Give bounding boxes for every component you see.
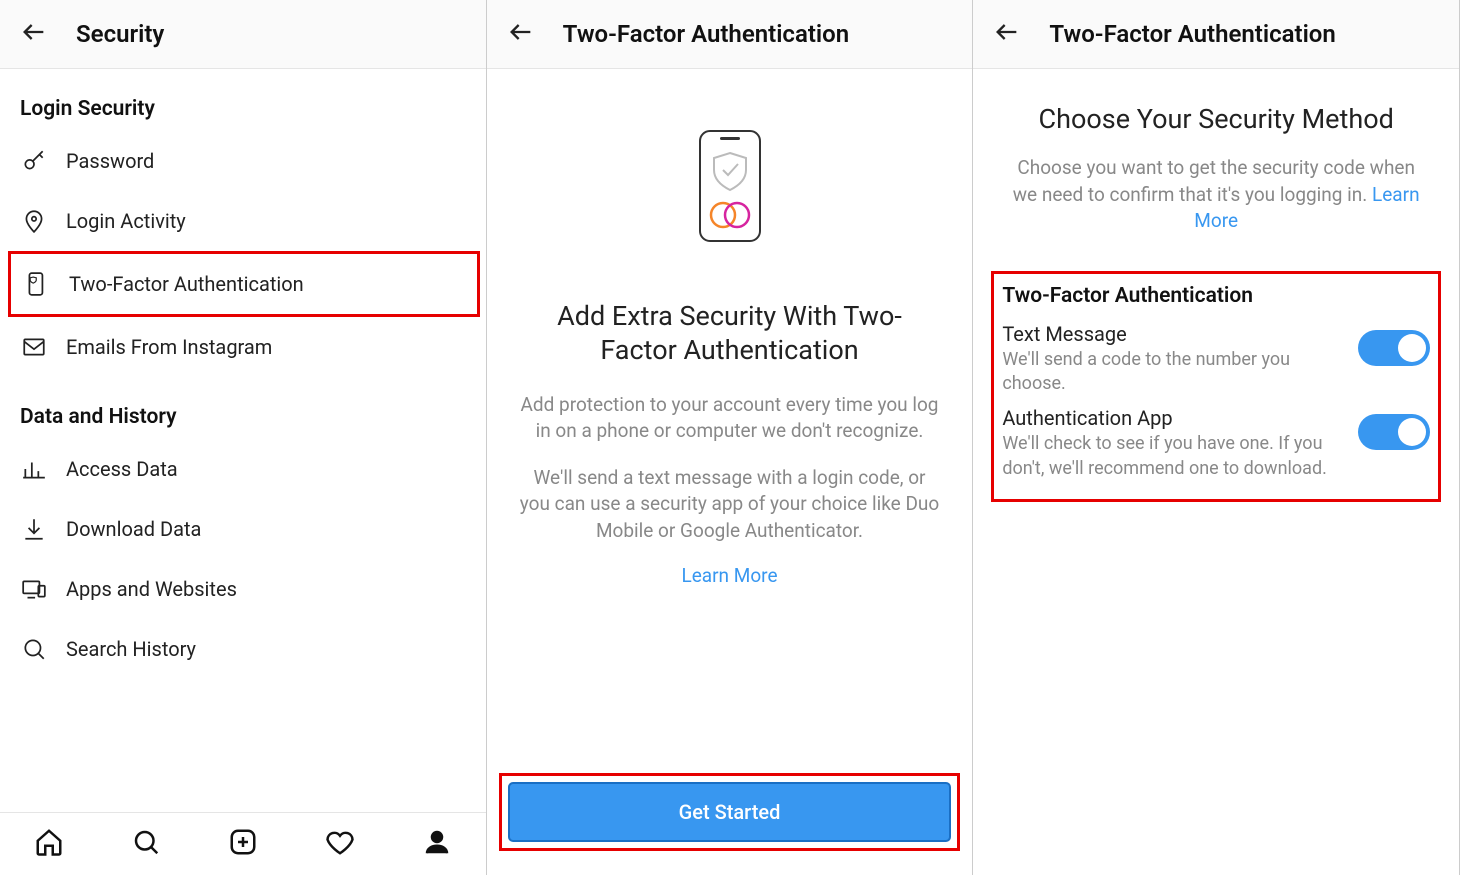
- list-item-label: Emails From Instagram: [66, 335, 272, 359]
- list-item-password[interactable]: Password: [0, 131, 486, 191]
- method-name: Authentication App: [1002, 406, 1348, 430]
- intro-description-2: We'll send a text message with a login c…: [520, 465, 940, 545]
- list-item-emails[interactable]: Emails From Instagram: [0, 317, 486, 377]
- screen-choose-method: Two-Factor Authentication Choose Your Se…: [973, 0, 1460, 875]
- method-description: We'll send a code to the number you choo…: [1002, 348, 1348, 397]
- intro-title: Add Extra Security With Two-Factor Authe…: [540, 300, 920, 368]
- toggle-text-message[interactable]: [1358, 330, 1430, 366]
- header: Two-Factor Authentication: [487, 0, 973, 69]
- intro-description-1: Add protection to your account every tim…: [520, 392, 940, 445]
- header: Two-Factor Authentication: [973, 0, 1459, 69]
- method-text-message: Text Message We'll send a code to the nu…: [1002, 322, 1430, 397]
- phone-shield-illustration: [696, 129, 764, 244]
- list-item-label: Password: [66, 149, 154, 173]
- choose-method-title: Choose Your Security Method: [991, 103, 1441, 135]
- page-title: Two-Factor Authentication: [563, 20, 849, 48]
- list-item-apps-websites[interactable]: Apps and Websites: [0, 559, 486, 619]
- choose-method-description: Choose you want to get the security code…: [1003, 155, 1429, 235]
- method-text-wrap: Text Message We'll send a code to the nu…: [1002, 322, 1348, 397]
- method-description: We'll check to see if you have one. If y…: [1002, 432, 1348, 481]
- section-login-security-heading: Login Security: [0, 69, 486, 131]
- list-item-access-data[interactable]: Access Data: [0, 439, 486, 499]
- list-item-label: Search History: [66, 637, 196, 661]
- screen-security-settings: Security Login Security Password Login A…: [0, 0, 487, 875]
- get-started-button[interactable]: Get Started: [508, 782, 952, 842]
- search-icon[interactable]: [131, 827, 161, 861]
- section-data-history-heading: Data and History: [0, 377, 486, 439]
- screen-two-factor-intro: Two-Factor Authentication Add Extra Secu…: [487, 0, 974, 875]
- back-arrow-icon[interactable]: [993, 18, 1021, 50]
- list-item-login-activity[interactable]: Login Activity: [0, 191, 486, 251]
- key-icon: [20, 147, 48, 175]
- list-item-two-factor[interactable]: Two-Factor Authentication: [8, 251, 480, 317]
- list-item-search-history[interactable]: Search History: [0, 619, 486, 679]
- envelope-icon: [20, 333, 48, 361]
- home-icon[interactable]: [34, 827, 64, 861]
- devices-icon: [20, 575, 48, 603]
- list-item-download-data[interactable]: Download Data: [0, 499, 486, 559]
- header: Security: [0, 0, 486, 69]
- magnifier-icon: [20, 635, 48, 663]
- tfa-box-title: Two-Factor Authentication: [1002, 284, 1430, 308]
- learn-more-link[interactable]: Learn More: [681, 564, 777, 587]
- tfa-methods-box: Two-Factor Authentication Text Message W…: [991, 271, 1441, 502]
- profile-icon[interactable]: [422, 827, 452, 861]
- download-icon: [20, 515, 48, 543]
- back-arrow-icon[interactable]: [20, 18, 48, 50]
- list-item-label: Apps and Websites: [66, 577, 237, 601]
- back-arrow-icon[interactable]: [507, 18, 535, 50]
- cta-highlight: Get Started: [499, 773, 961, 851]
- page-title: Security: [76, 20, 164, 48]
- settings-list: Login Security Password Login Activity T…: [0, 69, 486, 812]
- heart-icon[interactable]: [325, 827, 355, 861]
- method-auth-app: Authentication App We'll check to see if…: [1002, 406, 1430, 481]
- list-item-label: Download Data: [66, 517, 201, 541]
- list-item-label: Two-Factor Authentication: [69, 272, 304, 296]
- list-item-label: Access Data: [66, 457, 178, 481]
- phone-shield-icon: [23, 270, 51, 298]
- page-title: Two-Factor Authentication: [1049, 20, 1335, 48]
- intro-content: Add Extra Security With Two-Factor Authe…: [487, 69, 973, 875]
- list-item-label: Login Activity: [66, 209, 186, 233]
- method-text-wrap: Authentication App We'll check to see if…: [1002, 406, 1348, 481]
- toggle-auth-app[interactable]: [1358, 414, 1430, 450]
- choose-content: Choose Your Security Method Choose you w…: [973, 69, 1459, 875]
- location-pin-icon: [20, 207, 48, 235]
- bottom-nav: [0, 812, 486, 875]
- add-post-icon[interactable]: [228, 827, 258, 861]
- bar-chart-icon: [20, 455, 48, 483]
- method-name: Text Message: [1002, 322, 1348, 346]
- choose-desc-text: Choose you want to get the security code…: [1013, 156, 1415, 206]
